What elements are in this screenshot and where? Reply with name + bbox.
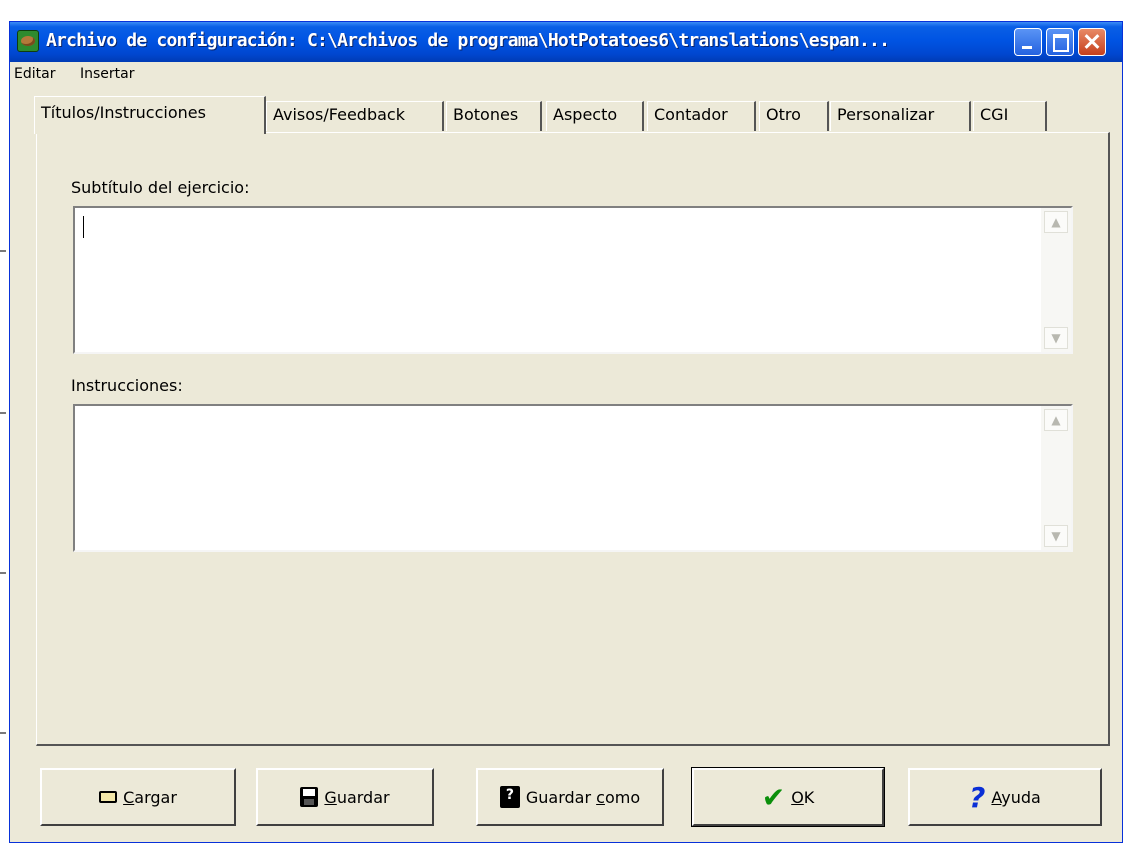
hot-potatoes-icon[interactable] [17, 30, 39, 52]
tab-avisos-feedback[interactable]: Avisos/Feedback [266, 101, 444, 131]
floppy-disk-icon [300, 787, 319, 807]
config-window: Archivo de configuración: C:\Archivos de… [9, 21, 1123, 843]
ok-button[interactable]: ✔ OK [691, 767, 885, 827]
subtitle-textarea[interactable]: ▲ ▼ [73, 206, 1073, 354]
subtitle-text[interactable] [75, 208, 1041, 352]
floppy-disk-question-icon: ? [499, 786, 520, 808]
menu-editar[interactable]: Editar [14, 66, 55, 82]
scroll-down-icon[interactable]: ▼ [1044, 525, 1068, 547]
help-button[interactable]: ? Ayuda [908, 768, 1102, 826]
folder-open-icon [99, 791, 118, 803]
checkmark-icon: ✔ [761, 780, 786, 814]
subtitle-label: Subtítulo del ejercicio: [71, 178, 250, 197]
scroll-down-icon[interactable]: ▼ [1044, 327, 1068, 349]
tab-aspecto[interactable]: Aspecto [546, 101, 644, 131]
text-caret [83, 216, 84, 238]
title-bar[interactable]: Archivo de configuración: C:\Archivos de… [10, 22, 1122, 62]
scroll-up-icon[interactable]: ▲ [1044, 211, 1068, 233]
save-button-label: Guardar [324, 787, 390, 807]
menu-insertar[interactable]: Insertar [80, 66, 135, 82]
instructions-textarea[interactable]: ▲ ▼ [73, 404, 1073, 552]
scroll-up-icon[interactable]: ▲ [1044, 409, 1068, 431]
instructions-label: Instrucciones: [71, 376, 183, 395]
tab-titulos-instrucciones[interactable]: Títulos/Instrucciones [34, 96, 266, 134]
tab-otro[interactable]: Otro [759, 101, 829, 131]
save-as-button-label: Guardar como [525, 787, 641, 807]
instructions-text[interactable] [75, 406, 1041, 550]
question-mark-icon: ? [969, 780, 986, 814]
close-icon[interactable] [1078, 28, 1106, 56]
maximize-icon[interactable] [1046, 28, 1074, 56]
tab-panel-titulos: Subtítulo del ejercicio: ▲ ▼ Instruccion… [36, 132, 1110, 746]
save-as-button[interactable]: ? Guardar como [476, 768, 664, 826]
window-title: Archivo de configuración: C:\Archivos de… [46, 30, 890, 51]
help-button-label: Ayuda [991, 787, 1041, 807]
tab-personalizar[interactable]: Personalizar [830, 101, 971, 131]
load-button-label: Cargar [123, 787, 177, 807]
save-button[interactable]: Guardar [256, 768, 434, 826]
tab-botones[interactable]: Botones [446, 101, 542, 131]
load-button[interactable]: Cargar [40, 768, 236, 826]
menu-bar: Editar Insertar [10, 62, 1122, 88]
ok-button-label: OK [791, 787, 815, 807]
subtitle-scrollbar[interactable]: ▲ ▼ [1041, 208, 1071, 352]
minimize-icon[interactable] [1014, 28, 1042, 56]
instructions-scrollbar[interactable]: ▲ ▼ [1041, 406, 1071, 550]
tab-contador[interactable]: Contador [647, 101, 756, 131]
tab-cgi[interactable]: CGI [973, 101, 1047, 131]
